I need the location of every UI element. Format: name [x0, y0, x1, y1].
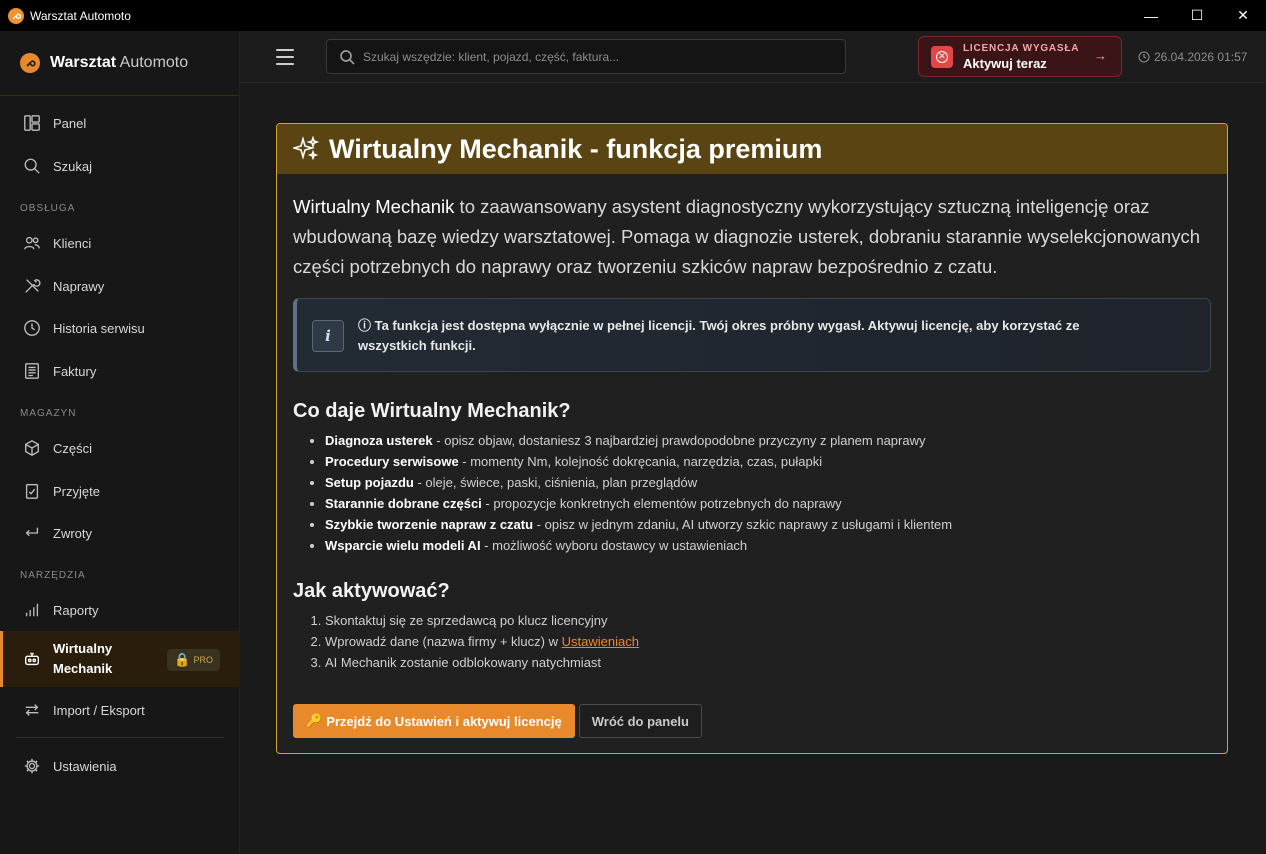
activation-heading: Jak aktywować? — [293, 580, 450, 602]
global-search[interactable] — [326, 39, 846, 74]
list-item: Starannie dobrane części - propozycje ko… — [325, 493, 1211, 514]
sidebar-item-label: Raporty — [53, 602, 99, 618]
clock-icon — [1138, 51, 1150, 63]
sidebar-item-czesci[interactable]: Części — [0, 427, 240, 469]
sidebar-item-przyjete[interactable]: Przyjęte — [0, 470, 240, 512]
list-item: Szybkie tworzenie napraw z czatu - opisz… — [325, 514, 1211, 535]
license-info-alert: i ⓘ Ta funkcja jest dostępna wyłącznie w… — [293, 298, 1211, 372]
dashboard-icon — [22, 113, 42, 133]
return-arrow-icon — [22, 523, 42, 543]
sidebar-item-faktury[interactable]: Faktury — [0, 350, 240, 392]
pro-badge: 🔒 PRO — [167, 649, 220, 671]
sparkles-icon — [291, 135, 320, 162]
sidebar-item-label: Faktury — [53, 363, 97, 379]
sidebar-divider — [16, 737, 224, 738]
list-item: AI Mechanik zostanie odblokowany natychm… — [325, 652, 1211, 673]
list-item: Wsparcie wielu modeli AI - możliwość wyb… — [325, 535, 1211, 556]
datetime-display: 26.04.2026 01:57 — [1138, 50, 1247, 64]
sidebar-item-import-eksport[interactable]: Import / Eksport — [0, 689, 240, 731]
section-label-magazyn: MAGAZYN — [20, 408, 77, 419]
sidebar-item-klienci[interactable]: Klienci — [0, 222, 240, 264]
clock-icon — [22, 318, 42, 338]
top-header: ✕ LICENCJA WYGASŁA Aktywuj teraz → 26.04… — [240, 31, 1266, 83]
activation-steps: Skontaktuj się ze sprzedawcą po klucz li… — [325, 610, 1211, 673]
license-error-icon: ✕ — [931, 45, 953, 68]
box-icon — [22, 438, 42, 458]
menu-toggle-icon[interactable] — [276, 49, 294, 65]
list-item: Wprowadź dane (nazwa firmy + klucz) w Us… — [325, 631, 1211, 652]
minimize-button[interactable]: — — [1128, 0, 1174, 31]
license-activate-label: Aktywuj teraz — [963, 55, 1047, 71]
sidebar: Warsztat Automoto Panel Szukaj OBSŁUGA K… — [0, 31, 240, 854]
intro-bold: Wirtualny Mechanik — [293, 196, 455, 217]
pro-badge-label: PRO — [193, 655, 213, 665]
invoice-icon — [22, 361, 42, 381]
sidebar-item-label: Wirtualny Mechanik — [53, 641, 113, 676]
settings-link[interactable]: Ustawieniach — [562, 634, 639, 649]
brand-name-light: Automoto — [116, 54, 189, 71]
go-to-settings-label: Przejdź do Ustawień i aktywuj licencję — [326, 713, 562, 729]
features-list: Diagnoza usterek - opisz objaw, dostanie… — [325, 430, 1211, 556]
search-input[interactable] — [363, 49, 833, 64]
users-icon — [22, 233, 42, 253]
info-icon: i — [312, 320, 344, 352]
card-header: Wirtualny Mechanik - funkcja premium — [277, 124, 1227, 174]
license-expired-button[interactable]: ✕ LICENCJA WYGASŁA Aktywuj teraz → — [918, 36, 1122, 77]
sidebar-item-label: Historia serwisu — [53, 320, 145, 336]
section-label-narzedzia: NARZĘDZIA — [20, 570, 86, 581]
sidebar-item-label: Naprawy — [53, 278, 105, 294]
sidebar-item-raporty[interactable]: Raporty — [0, 589, 240, 631]
sidebar-item-label: Import / Eksport — [53, 702, 145, 718]
window-title: Warsztat Automoto — [30, 8, 131, 23]
sidebar-item-naprawy[interactable]: Naprawy — [0, 265, 240, 307]
features-heading: Co daje Wirtualny Mechanik? — [293, 400, 571, 422]
sidebar-item-label: Szukaj — [53, 158, 93, 174]
app-wrench-icon — [8, 7, 24, 24]
sidebar-item-label: Klienci — [53, 235, 92, 251]
intro-paragraph: Wirtualny Mechanik to zaawansowany asyst… — [293, 192, 1211, 282]
swap-arrows-icon — [22, 700, 42, 720]
sidebar-item-zwroty[interactable]: Zwroty — [0, 512, 240, 554]
license-status-label: LICENCJA WYGASŁA — [963, 42, 1080, 54]
robot-icon — [22, 649, 42, 669]
sidebar-item-historia[interactable]: Historia serwisu — [0, 307, 240, 349]
back-to-panel-button[interactable]: Wróć do panelu — [578, 704, 702, 738]
sidebar-item-panel[interactable]: Panel — [0, 102, 240, 144]
key-icon: 🔑 — [306, 713, 323, 728]
brand-name-bold: Warsztat — [50, 54, 117, 71]
lock-icon: 🔒 — [174, 652, 191, 667]
sidebar-item-ustawienia[interactable]: Ustawienia — [0, 745, 240, 787]
tools-icon — [22, 276, 42, 296]
search-icon — [22, 156, 42, 176]
clipboard-check-icon — [22, 481, 42, 501]
datetime-text: 26.04.2026 01:57 — [1154, 50, 1248, 64]
brand-name: Warsztat Automoto — [50, 54, 188, 72]
close-button[interactable]: ✕ — [1220, 0, 1266, 31]
gear-icon — [22, 756, 42, 776]
brand-logo-icon — [20, 53, 40, 73]
window-titlebar: Warsztat Automoto — ☐ ✕ — [0, 0, 1266, 31]
list-item: Skontaktuj się ze sprzedawcą po klucz li… — [325, 610, 1211, 631]
maximize-button[interactable]: ☐ — [1174, 0, 1220, 31]
card-title: Wirtualny Mechanik - funkcja premium — [329, 133, 823, 164]
sidebar-item-label: Przyjęte — [53, 483, 100, 499]
info-alert-text: ⓘ Ta funkcja jest dostępna wyłącznie w p… — [358, 318, 1080, 353]
sidebar-item-wirtualny-mechanik[interactable]: Wirtualny Mechanik 🔒 PRO — [0, 631, 240, 687]
arrow-right-icon: → — [1094, 48, 1107, 63]
sidebar-item-label: Zwroty — [53, 525, 92, 541]
main-content: Wirtualny Mechanik - funkcja premium Wir… — [240, 83, 1266, 854]
list-item: Procedury serwisowe - momenty Nm, kolejn… — [325, 451, 1211, 472]
premium-feature-card: Wirtualny Mechanik - funkcja premium Wir… — [276, 123, 1228, 754]
section-label-obsluga: OBSŁUGA — [20, 203, 76, 214]
search-icon — [339, 49, 355, 65]
list-item: Setup pojazdu - oleje, świece, paski, ci… — [325, 472, 1211, 493]
bar-chart-icon — [22, 600, 42, 620]
sidebar-item-label: Części — [53, 440, 93, 456]
brand[interactable]: Warsztat Automoto — [0, 31, 239, 96]
list-item: Diagnoza usterek - opisz objaw, dostanie… — [325, 430, 1211, 451]
sidebar-item-label: Panel — [53, 115, 87, 131]
sidebar-item-label: Ustawienia — [53, 758, 117, 774]
sidebar-item-szukaj[interactable]: Szukaj — [0, 145, 240, 187]
go-to-settings-button[interactable]: 🔑 Przejdź do Ustawień i aktywuj licencję — [293, 704, 575, 738]
